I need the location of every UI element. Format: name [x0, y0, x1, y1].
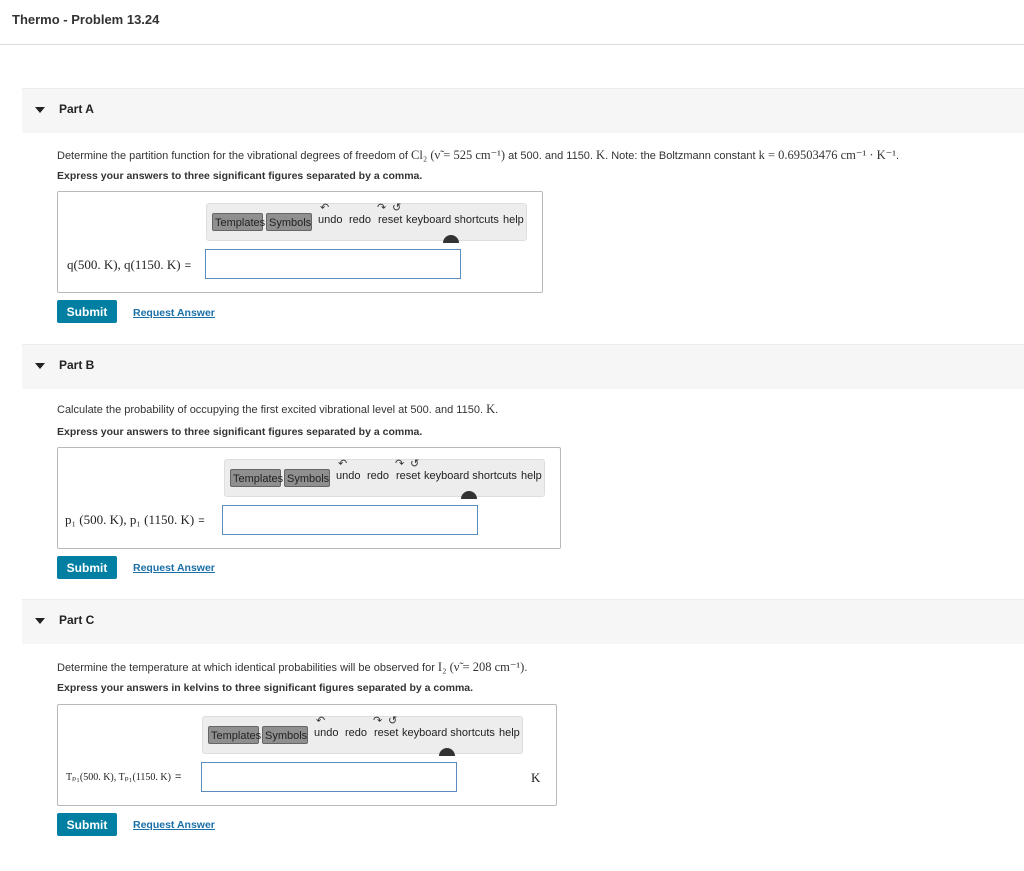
- part-c-label: Part C: [59, 613, 95, 627]
- redo-icon: ↷: [373, 715, 383, 727]
- undo-icon: ↶: [338, 458, 348, 470]
- symbols-button[interactable]: Symbols: [284, 469, 330, 487]
- part-c-header[interactable]: Part C: [22, 599, 1024, 644]
- part-c-answer-input[interactable]: [201, 762, 457, 792]
- undo-icon: ↶: [320, 202, 330, 214]
- keyboard-shortcuts-button[interactable]: keyboard shortcuts: [406, 214, 499, 226]
- part-a-header[interactable]: Part A: [22, 88, 1024, 133]
- part-b-answer-input[interactable]: [222, 505, 478, 535]
- math-toolbar: Templates Symbols ↶ undo ↷ redo ↺ reset …: [206, 202, 527, 243]
- part-b-label: Part B: [59, 358, 95, 372]
- undo-button[interactable]: undo: [314, 727, 338, 739]
- reset-icon: ↺: [410, 458, 420, 470]
- part-b-question: Calculate the probability of occupying t…: [57, 402, 499, 416]
- part-a-request-answer-link[interactable]: Request Answer: [133, 307, 215, 319]
- part-b-submit-button[interactable]: Submit: [57, 556, 117, 579]
- redo-button[interactable]: redo: [345, 727, 367, 739]
- part-a-instruction: Express your answers to three significan…: [57, 170, 423, 182]
- part-a-submit-button[interactable]: Submit: [57, 300, 117, 323]
- page-title: Thermo - Problem 13.24: [12, 12, 160, 27]
- redo-button[interactable]: redo: [349, 214, 371, 226]
- part-a-question: Determine the partition function for the…: [57, 148, 900, 162]
- part-c-answer-box: Templates Symbols ↶ undo ↷ redo ↺ reset …: [57, 704, 557, 806]
- help-button[interactable]: help: [503, 214, 524, 226]
- undo-button[interactable]: undo: [336, 470, 360, 482]
- part-b-instruction: Express your answers to three significan…: [57, 426, 423, 438]
- part-c-instruction: Express your answers in kelvins to three…: [57, 682, 474, 694]
- reset-icon: ↺: [392, 202, 402, 214]
- toolbar-indicator-icon: [461, 491, 477, 499]
- reset-icon: ↺: [388, 715, 398, 727]
- templates-button[interactable]: Templates: [230, 469, 283, 487]
- reset-button[interactable]: reset: [374, 727, 398, 739]
- toolbar-indicator-icon: [439, 748, 455, 756]
- collapse-caret-icon[interactable]: [35, 618, 45, 624]
- math-toolbar: Templates Symbols ↶ undo ↷ redo ↺ reset …: [224, 458, 545, 499]
- reset-button[interactable]: reset: [396, 470, 420, 482]
- undo-button[interactable]: undo: [318, 214, 342, 226]
- keyboard-shortcuts-button[interactable]: keyboard shortcuts: [424, 470, 517, 482]
- part-b-expression: p₁ (500. K), p₁ (1150. K) =: [65, 512, 205, 527]
- templates-button[interactable]: Templates: [208, 726, 261, 744]
- help-button[interactable]: help: [521, 470, 542, 482]
- part-b-answer-box: Templates Symbols ↶ undo ↷ redo ↺ reset …: [57, 447, 561, 549]
- part-a-expression: q(500. K), q(1150. K) =: [67, 257, 192, 272]
- collapse-caret-icon[interactable]: [35, 363, 45, 369]
- templates-button[interactable]: Templates: [212, 213, 265, 231]
- toolbar-indicator-icon: [443, 235, 459, 243]
- part-b-request-answer-link[interactable]: Request Answer: [133, 562, 215, 574]
- undo-icon: ↶: [316, 715, 326, 727]
- help-button[interactable]: help: [499, 727, 520, 739]
- part-c-submit-button[interactable]: Submit: [57, 813, 117, 836]
- top-bar: Thermo - Problem 13.24: [0, 0, 1024, 45]
- collapse-caret-icon[interactable]: [35, 107, 45, 113]
- part-a-answer-box: Templates Symbols ↶ undo ↷ redo ↺ reset …: [57, 191, 543, 293]
- redo-button[interactable]: redo: [367, 470, 389, 482]
- part-b-header[interactable]: Part B: [22, 344, 1024, 389]
- part-c-request-answer-link[interactable]: Request Answer: [133, 819, 215, 831]
- symbols-button[interactable]: Symbols: [262, 726, 308, 744]
- part-c-unit-label: K: [531, 770, 541, 785]
- part-a-label: Part A: [59, 102, 94, 116]
- part-c-expression: Tₚ₁(500. K), Tₚ₁(1150. K) =: [66, 771, 182, 783]
- keyboard-shortcuts-button[interactable]: keyboard shortcuts: [402, 727, 495, 739]
- reset-button[interactable]: reset: [378, 214, 402, 226]
- part-c-question: Determine the temperature at which ident…: [57, 660, 528, 674]
- redo-icon: ↷: [395, 458, 405, 470]
- redo-icon: ↷: [377, 202, 387, 214]
- symbols-button[interactable]: Symbols: [266, 213, 312, 231]
- math-toolbar: Templates Symbols ↶ undo ↷ redo ↺ reset …: [202, 715, 523, 756]
- part-a-answer-input[interactable]: [205, 249, 461, 279]
